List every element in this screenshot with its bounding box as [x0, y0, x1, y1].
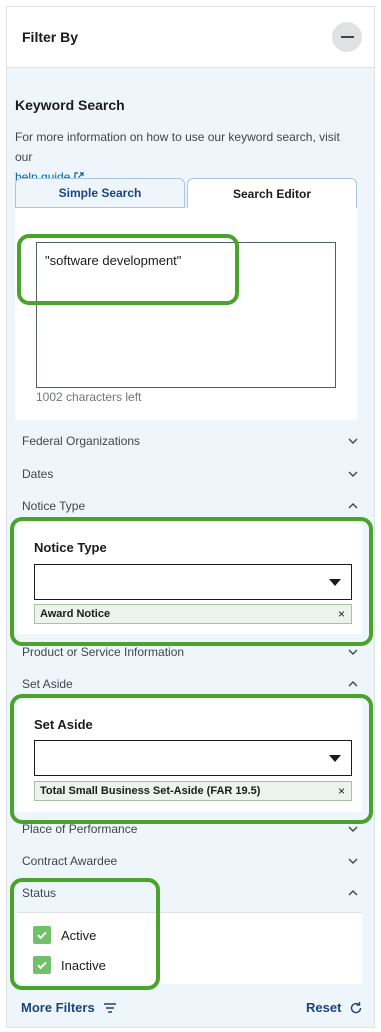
- reset-icon: [351, 1001, 362, 1013]
- notice-type-select[interactable]: [34, 564, 352, 600]
- set-aside-chip: Total Small Business Set-Aside (FAR 19.5…: [34, 781, 352, 801]
- accordion-status[interactable]: Status: [22, 883, 362, 903]
- reset-button[interactable]: Reset: [306, 1000, 363, 1015]
- remove-chip-icon[interactable]: ×: [338, 784, 345, 798]
- chevron-down-icon: [348, 471, 358, 477]
- filter-lines-icon: [103, 1002, 116, 1013]
- status-filter: Active Inactive: [17, 912, 362, 984]
- chevron-down-icon: [348, 826, 358, 832]
- checkbox-checked-icon[interactable]: [33, 956, 51, 974]
- chevron-down-icon: [348, 649, 358, 655]
- filter-title: Filter By: [22, 29, 79, 45]
- caret-down-icon: [329, 579, 341, 586]
- accordion-federal-organizations[interactable]: Federal Organizations: [22, 431, 362, 451]
- caret-down-icon: [329, 755, 341, 762]
- filter-header: Filter By: [7, 7, 374, 68]
- search-editor-textarea[interactable]: "software development": [36, 242, 336, 388]
- search-editor-area: "software development" 1002 characters l…: [15, 208, 357, 420]
- accordion-contract-awardee[interactable]: Contract Awardee: [22, 851, 362, 871]
- accordion-place-of-performance[interactable]: Place of Performance: [22, 819, 362, 839]
- notice-type-chip: Award Notice ×: [34, 604, 352, 624]
- characters-left: 1002 characters left: [36, 390, 142, 404]
- set-aside-select[interactable]: [34, 740, 352, 776]
- status-option-active[interactable]: Active: [33, 926, 96, 944]
- remove-chip-icon[interactable]: ×: [338, 607, 345, 621]
- accordion-dates[interactable]: Dates: [22, 464, 362, 484]
- status-option-inactive[interactable]: Inactive: [33, 956, 106, 974]
- tab-search-editor[interactable]: Search Editor: [187, 178, 357, 208]
- more-filters-button[interactable]: More Filters: [21, 1000, 117, 1015]
- collapse-button[interactable]: [332, 22, 362, 52]
- minus-icon: [340, 36, 354, 38]
- accordion-set-aside[interactable]: Set Aside: [22, 674, 362, 694]
- set-aside-filter: Set Aside Total Small Business Set-Aside…: [17, 700, 362, 812]
- keyword-desc-text: For more information on how to use our k…: [15, 130, 340, 164]
- accordion-product-service[interactable]: Product or Service Information: [22, 642, 362, 662]
- tab-simple-search[interactable]: Simple Search: [15, 178, 185, 208]
- notice-type-filter: Notice Type Award Notice ×: [17, 522, 362, 634]
- notice-type-title: Notice Type: [34, 540, 107, 555]
- keyword-search-title: Keyword Search: [15, 97, 125, 113]
- chevron-up-icon: [348, 890, 358, 896]
- chevron-up-icon: [348, 681, 358, 687]
- chevron-down-icon: [348, 438, 358, 444]
- chevron-down-icon: [348, 858, 358, 864]
- set-aside-title: Set Aside: [34, 717, 93, 732]
- accordion-notice-type[interactable]: Notice Type: [22, 496, 362, 516]
- chevron-up-icon: [348, 503, 358, 509]
- checkbox-checked-icon[interactable]: [33, 926, 51, 944]
